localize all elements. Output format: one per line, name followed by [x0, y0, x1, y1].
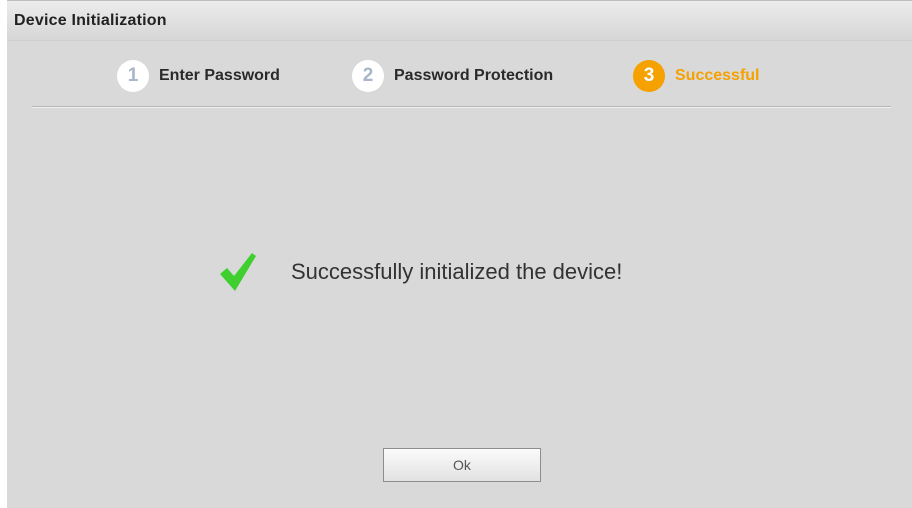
dialog-titlebar: Device Initialization — [7, 0, 912, 41]
ok-button[interactable]: Ok — [383, 448, 541, 482]
device-initialization-dialog: Device Initialization 1 Enter Password 2… — [7, 0, 912, 508]
step-enter-password: 1 Enter Password — [117, 60, 280, 92]
step-label-successful: Successful — [675, 67, 760, 84]
step-label-enter-password: Enter Password — [159, 67, 280, 84]
step-indicator: 1 Enter Password 2 Password Protection 3… — [7, 56, 912, 96]
step-number-2: 2 — [352, 60, 384, 92]
step-password-protection: 2 Password Protection — [352, 60, 553, 92]
step-label-password-protection: Password Protection — [394, 67, 554, 84]
success-message-row: Successfully initialized the device! — [219, 252, 622, 292]
dialog-title: Device Initialization — [14, 11, 167, 29]
step-number-1: 1 — [117, 60, 149, 92]
step-number-3: 3 — [633, 60, 665, 92]
checkmark-icon — [220, 253, 256, 291]
step-successful: 3 Successful — [633, 60, 759, 92]
steps-divider — [32, 106, 891, 108]
success-message: Successfully initialized the device! — [291, 259, 623, 284]
